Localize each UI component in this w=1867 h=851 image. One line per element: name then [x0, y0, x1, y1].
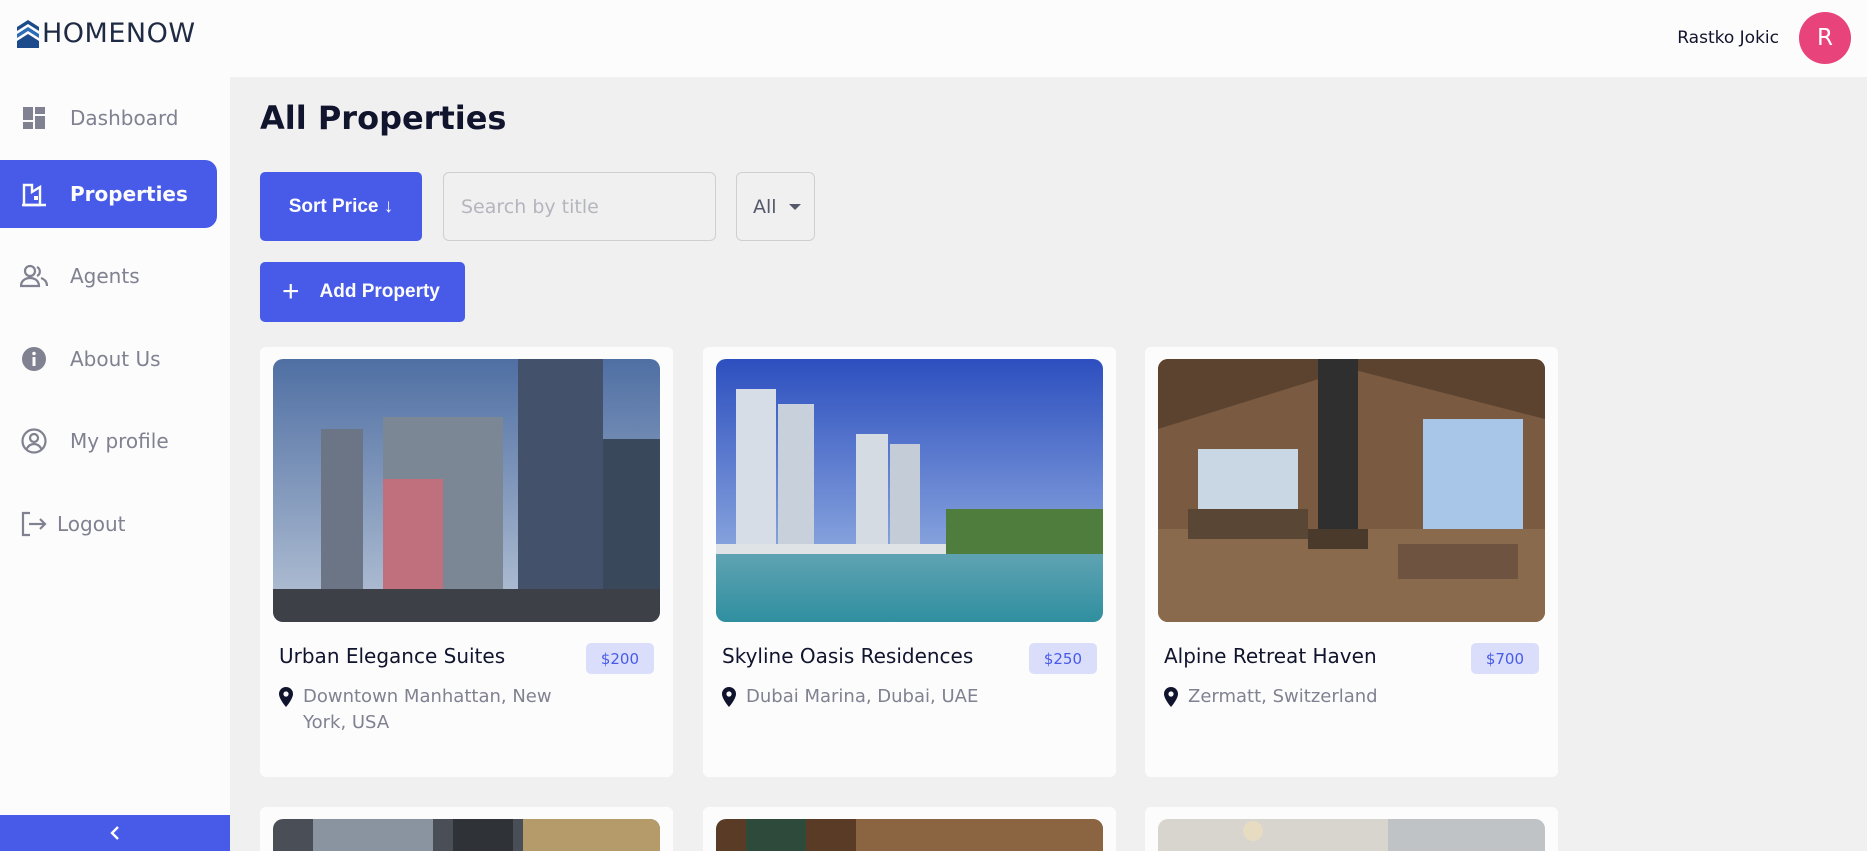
- chevron-left-icon: [110, 826, 119, 840]
- sidebar-item-label: About Us: [70, 347, 161, 371]
- map-pin-icon: [279, 687, 293, 707]
- sidebar-item-agents[interactable]: Agents: [0, 242, 217, 310]
- dashboard-icon: [17, 101, 51, 135]
- logout-icon: [17, 507, 51, 541]
- sidebar-item-label: Agents: [70, 264, 140, 288]
- sidebar-item-label: Dashboard: [70, 106, 179, 130]
- page-title: All Properties: [260, 99, 507, 137]
- user-menu[interactable]: Rastko Jokic R: [1677, 12, 1851, 64]
- map-pin-icon: [722, 687, 736, 707]
- main-content: All Properties Sort Price ↓ All + Add Pr…: [230, 77, 1867, 851]
- type-filter-value: All: [753, 195, 777, 218]
- avatar[interactable]: R: [1799, 12, 1851, 64]
- sidebar-item-label: Logout: [57, 512, 126, 536]
- location-text: Downtown Manhattan, New York, USA: [303, 686, 552, 733]
- property-image: [1158, 819, 1545, 851]
- property-image: [273, 359, 660, 622]
- property-location: Zermatt, Switzerland: [1164, 684, 1458, 710]
- sidebar-item-properties[interactable]: Properties: [0, 160, 217, 228]
- map-pin-icon: [1164, 687, 1178, 707]
- property-image: [1158, 359, 1545, 622]
- price-badge: $200: [585, 643, 654, 674]
- caret-down-icon: [788, 203, 801, 210]
- top-header: HOMENOW Rastko Jokic R: [0, 0, 1867, 77]
- sidebar-item-my-profile[interactable]: My profile: [0, 407, 217, 475]
- property-image: [716, 359, 1103, 622]
- sort-price-button[interactable]: Sort Price ↓: [260, 172, 422, 241]
- add-property-label: Add Property: [319, 281, 440, 302]
- plus-icon: +: [282, 275, 300, 308]
- type-filter-select[interactable]: All: [736, 172, 815, 241]
- property-image: [273, 819, 660, 851]
- location-text: Zermatt, Switzerland: [1188, 686, 1378, 707]
- properties-icon: [17, 177, 51, 211]
- property-image: [716, 819, 1103, 851]
- logo-text: HOMENOW: [42, 18, 196, 49]
- property-card[interactable]: [260, 807, 673, 851]
- sidebar: Dashboard Properties Agents About Us My …: [0, 77, 230, 851]
- property-card[interactable]: Urban Elegance Suites $200 Downtown Manh…: [260, 347, 673, 777]
- property-title: Urban Elegance Suites: [279, 644, 506, 668]
- profile-icon: [17, 424, 51, 458]
- add-property-button[interactable]: + Add Property: [260, 262, 465, 322]
- sidebar-item-about[interactable]: About Us: [0, 325, 217, 393]
- price-badge: $700: [1470, 643, 1539, 674]
- sidebar-item-logout[interactable]: Logout: [0, 490, 217, 558]
- sidebar-collapse-button[interactable]: [0, 815, 230, 851]
- sidebar-item-dashboard[interactable]: Dashboard: [0, 84, 217, 152]
- info-icon: [17, 342, 51, 376]
- property-title: Alpine Retreat Haven: [1164, 644, 1377, 668]
- user-name: Rastko Jokic: [1677, 28, 1779, 48]
- location-text: Dubai Marina, Dubai, UAE: [746, 686, 979, 707]
- property-card[interactable]: Skyline Oasis Residences $250 Dubai Mari…: [703, 347, 1116, 777]
- property-card[interactable]: [703, 807, 1116, 851]
- property-card[interactable]: [1145, 807, 1558, 851]
- logo[interactable]: HOMENOW: [17, 18, 196, 49]
- property-location: Downtown Manhattan, New York, USA: [279, 684, 573, 736]
- search-input[interactable]: [443, 172, 716, 241]
- price-badge: $250: [1028, 643, 1097, 674]
- sidebar-item-label: Properties: [70, 182, 188, 206]
- property-card[interactable]: Alpine Retreat Haven $700 Zermatt, Switz…: [1145, 347, 1558, 777]
- agents-icon: [17, 259, 51, 293]
- logo-icon: [17, 19, 39, 48]
- sidebar-item-label: My profile: [70, 429, 169, 453]
- property-location: Dubai Marina, Dubai, UAE: [722, 684, 1016, 710]
- property-title: Skyline Oasis Residences: [722, 644, 974, 668]
